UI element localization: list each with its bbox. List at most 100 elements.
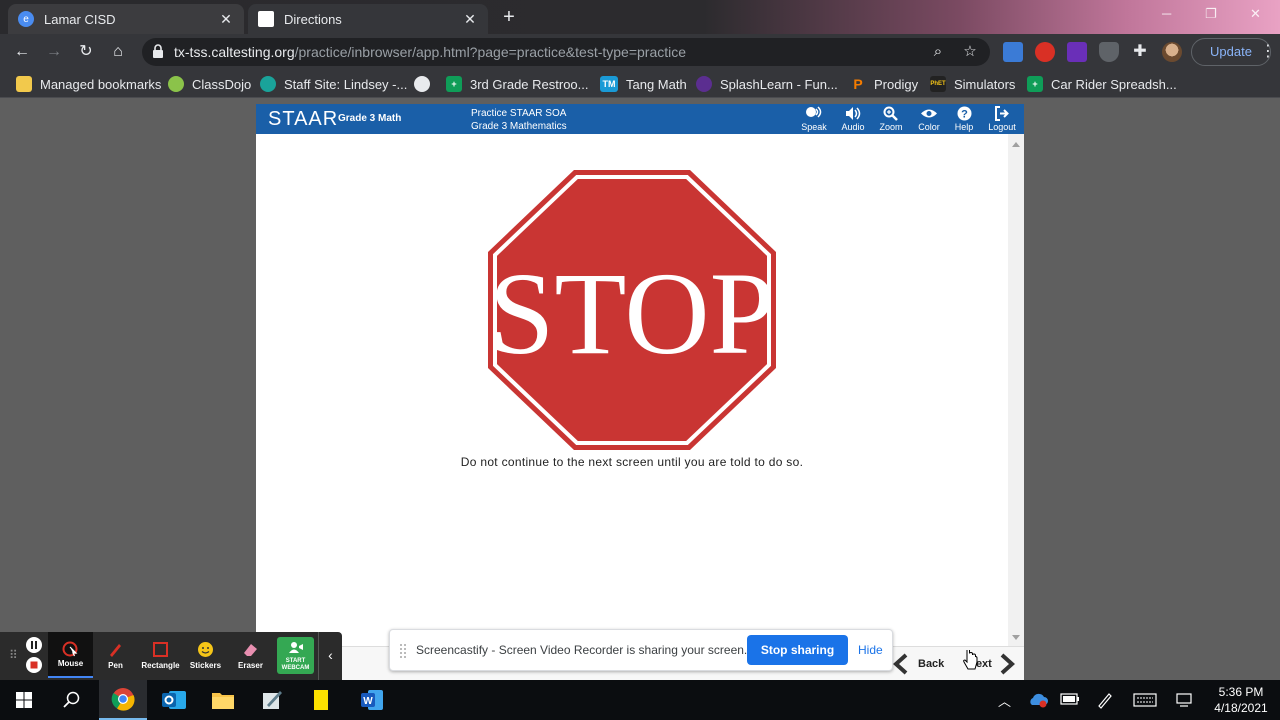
close-tab-icon[interactable]: ✕ <box>462 11 478 28</box>
rectangle-icon <box>153 642 168 657</box>
scroll-down-icon[interactable] <box>1012 635 1020 640</box>
bookmark-tang-math[interactable]: TM Tang Math <box>600 74 687 94</box>
test-title-line2: Grade 3 Mathematics <box>471 121 567 132</box>
extension-key-icon[interactable] <box>1003 42 1023 62</box>
start-button[interactable] <box>0 680 48 720</box>
rectangle-tool[interactable]: Rectangle <box>138 632 183 678</box>
app-taskbar-button[interactable] <box>248 680 296 720</box>
zoom-tool[interactable]: Zoom <box>874 106 908 132</box>
chevron-left-icon <box>893 653 908 675</box>
search-icon[interactable]: ⌕ <box>928 42 948 62</box>
bookmark-classdojo[interactable]: ClassDojo <box>168 74 251 94</box>
pause-button[interactable] <box>26 637 42 653</box>
profile-avatar[interactable] <box>1162 42 1182 62</box>
tab-directions[interactable]: Directions ✕ <box>248 4 488 34</box>
back-arrow-icon[interactable]: ← <box>10 40 34 64</box>
bookmark-label: Tang Math <box>626 76 687 92</box>
tool-label: Zoom <box>879 122 903 132</box>
stop-text: STOP <box>489 248 775 379</box>
bookmark-globe[interactable] <box>414 74 438 94</box>
zoom-icon <box>883 106 898 121</box>
windows-taskbar: W ︿ 5:36 PM 4/18/2021 <box>0 680 1280 720</box>
hand-cursor-icon <box>963 650 978 670</box>
vertical-scrollbar[interactable] <box>1008 134 1024 646</box>
start-webcam-button[interactable]: START WEBCAM <box>277 637 314 674</box>
speak-tool[interactable]: Speak <box>797 106 831 132</box>
forward-arrow-icon[interactable]: → <box>42 40 66 64</box>
bookmark-restroom[interactable]: +3rd Grade Restroo... <box>446 74 589 94</box>
minimize-icon[interactable]: ─ <box>1162 6 1171 21</box>
pen-tool[interactable]: Pen <box>93 632 138 678</box>
search-taskbar-button[interactable] <box>48 680 96 720</box>
logout-tool[interactable]: Logout <box>985 106 1019 132</box>
bookmark-star-icon[interactable]: ☆ <box>960 42 980 62</box>
bookmark-simulators[interactable]: PhET Simulators <box>930 74 1015 94</box>
bookmark-label: Simulators <box>954 76 1016 92</box>
classdojo-icon <box>168 76 184 92</box>
touch-keyboard-icon[interactable] <box>1133 693 1157 707</box>
outlook-taskbar-button[interactable] <box>150 680 198 720</box>
mouse-tool[interactable]: Mouse <box>48 632 93 678</box>
close-window-icon[interactable]: ✕ <box>1250 6 1261 22</box>
pen-icon <box>110 644 121 657</box>
back-button[interactable]: Back <box>892 651 944 677</box>
bookmark-staff-site[interactable]: Staff Site: Lindsey -... <box>260 74 407 94</box>
stickers-tool[interactable]: Stickers <box>183 632 228 678</box>
word-icon: W <box>361 690 383 710</box>
bookmark-car-rider[interactable]: + Car Rider Spreadsh... <box>1027 74 1177 94</box>
bookmark-prodigy[interactable]: P Prodigy <box>850 74 918 94</box>
sticky-notes-taskbar-button[interactable] <box>297 680 345 720</box>
tab-lamar-cisd[interactable]: e Lamar CISD ✕ <box>8 4 244 34</box>
onedrive-icon[interactable] <box>1028 692 1048 708</box>
tool-label: Mouse <box>57 659 84 668</box>
file-explorer-taskbar-button[interactable] <box>199 680 247 720</box>
search-icon <box>63 691 80 708</box>
extensions-puzzle-icon[interactable]: ✚ <box>1128 40 1152 64</box>
audio-tool[interactable]: Audio <box>836 106 870 132</box>
tang-math-icon: TM <box>600 76 618 92</box>
tool-label: Color <box>918 122 940 132</box>
menu-kebab-icon[interactable]: ⋮ <box>1256 40 1280 64</box>
stop-record-icon <box>30 661 38 669</box>
sheets-icon: + <box>1027 76 1043 92</box>
reload-icon[interactable]: ↻ <box>74 40 98 64</box>
drag-grip-icon[interactable] <box>400 644 406 658</box>
screencastify-extension-icon[interactable] <box>1035 42 1055 62</box>
eraser-tool[interactable]: Eraser <box>228 632 273 678</box>
chrome-taskbar-button[interactable] <box>99 680 147 720</box>
restore-icon[interactable]: ❐ <box>1205 6 1217 22</box>
staff-site-icon <box>260 76 276 92</box>
battery-icon[interactable] <box>1060 693 1080 705</box>
stop-recording-button[interactable] <box>26 657 42 673</box>
collapse-toolbar-chevron-icon[interactable]: ‹ <box>318 632 342 680</box>
display-icon[interactable] <box>1176 693 1192 707</box>
word-taskbar-button[interactable]: W <box>348 680 396 720</box>
drag-handle-icon[interactable]: ⠿ <box>9 648 18 662</box>
bookmark-splashlearn[interactable]: SplashLearn - Fun... <box>696 74 838 94</box>
close-tab-icon[interactable]: ✕ <box>218 11 234 28</box>
address-bar[interactable]: tx-tss.caltesting.org/practice/inbrowser… <box>142 38 990 66</box>
hide-button[interactable]: Hide <box>858 643 883 657</box>
eye-icon <box>921 109 937 118</box>
browser-toolbar: ← → ↻ ⌂ tx-tss.caltesting.org/practice/i… <box>0 34 1280 70</box>
extension-play-icon[interactable] <box>1067 42 1087 62</box>
pen-workspace-icon[interactable] <box>1096 691 1114 709</box>
stop-sharing-button[interactable]: Stop sharing <box>747 635 848 665</box>
bookmark-label: SplashLearn - Fun... <box>720 76 838 92</box>
tab-title: Lamar CISD <box>44 11 116 27</box>
scroll-up-icon[interactable] <box>1012 142 1020 147</box>
staar-header: STAAR Grade 3 Math Practice STAAR SOA Gr… <box>256 104 1024 134</box>
home-icon[interactable]: ⌂ <box>106 40 130 64</box>
new-tab-button[interactable]: + <box>496 6 522 30</box>
test-title-line1: Practice STAAR SOA <box>471 108 567 119</box>
speaker-icon <box>846 107 861 120</box>
system-clock[interactable]: 5:36 PM 4/18/2021 <box>1208 684 1274 716</box>
screencastify-toolbar: ⠿ Mouse Pen Rectangle Stickers Eraser ST… <box>0 632 342 680</box>
shield-extension-icon[interactable] <box>1099 42 1119 62</box>
splashlearn-icon <box>696 76 712 92</box>
show-hidden-icons-chevron-icon[interactable]: ︿ <box>998 691 1011 710</box>
bookmark-managed[interactable]: Managed bookmarks <box>16 74 161 94</box>
color-tool[interactable]: Color <box>912 106 946 132</box>
help-tool[interactable]: ? Help <box>947 106 981 132</box>
sticker-smiley-icon <box>198 642 213 657</box>
